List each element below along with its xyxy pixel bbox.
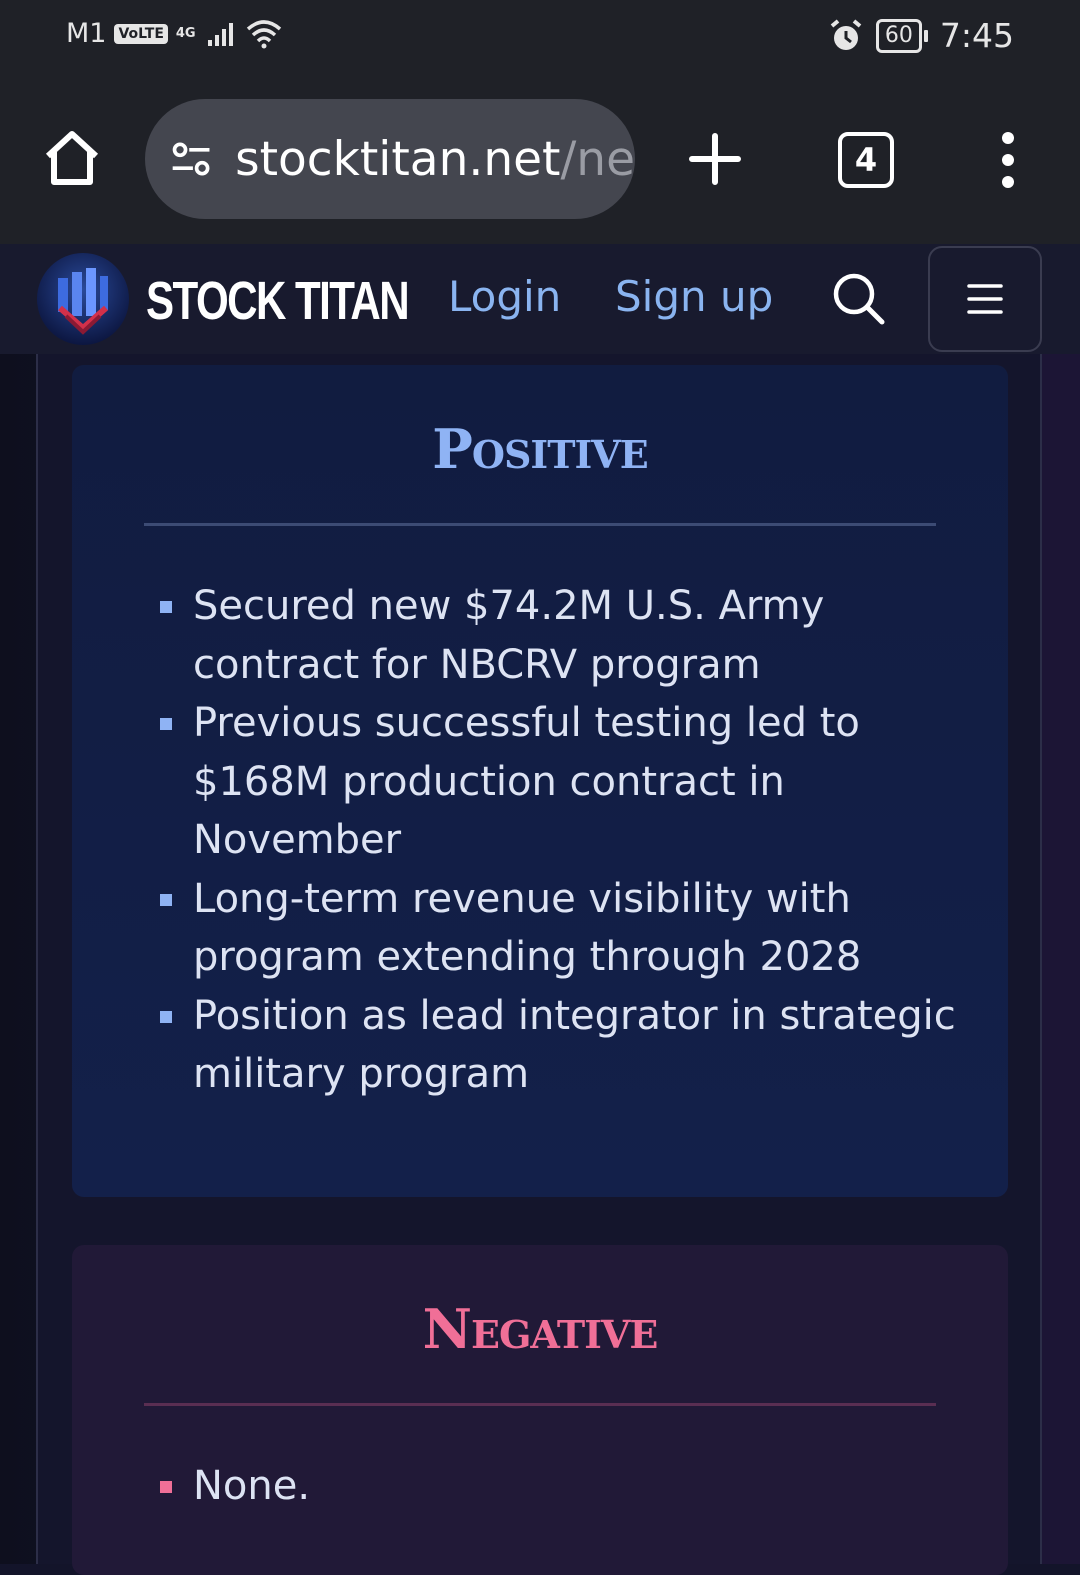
address-bar[interactable]: stocktitan.net/ne	[145, 99, 635, 219]
battery-indicator: 60	[875, 18, 928, 53]
clock: 7:45	[939, 16, 1014, 55]
negative-item-text: None.	[193, 1463, 311, 1509]
positive-item-text: Position as lead integrator in strategic…	[193, 992, 956, 1098]
volte-badge: VoLTE	[114, 23, 168, 44]
positive-divider	[144, 523, 936, 526]
site-header: STOCK TITAN Login Sign up	[0, 244, 1080, 354]
status-right: 60 7:45	[828, 16, 1014, 55]
more-options-icon[interactable]	[995, 132, 1021, 188]
home-icon[interactable]	[40, 126, 104, 190]
positive-list: Secured new $74.2M U.S. Army contract fo…	[158, 577, 958, 1104]
bullet-marker	[160, 1010, 172, 1023]
signal-icon	[207, 22, 233, 46]
hamburger-menu-button[interactable]	[928, 246, 1042, 352]
stock-titan-logo[interactable]	[36, 252, 130, 346]
list-item: Long-term revenue visibility with progra…	[158, 870, 958, 987]
wifi-icon	[246, 19, 281, 48]
tab-switcher-button[interactable]: 4	[838, 132, 894, 188]
login-link[interactable]: Login	[448, 272, 561, 321]
negative-divider	[144, 1403, 936, 1406]
list-item: None.	[158, 1457, 958, 1516]
new-tab-icon[interactable]	[688, 132, 742, 186]
search-icon[interactable]	[830, 270, 886, 326]
carrier-label: M1	[66, 18, 107, 49]
bullet-marker	[160, 893, 172, 906]
tab-count: 4	[854, 141, 878, 179]
site-settings-icon[interactable]	[169, 135, 213, 183]
battery-tip	[923, 29, 928, 42]
status-bar: M1 VoLTE 4G 60 7:45	[0, 0, 1080, 80]
list-item: Position as lead integrator in strategic…	[158, 987, 958, 1104]
positive-card: Positive Secured new $74.2M U.S. Army co…	[72, 365, 1008, 1197]
status-left: M1 VoLTE 4G	[66, 18, 284, 49]
alarm-icon	[830, 18, 862, 50]
browser-toolbar: stocktitan.net/ne 4	[0, 80, 1080, 244]
brand-name[interactable]: STOCK TITAN	[146, 270, 410, 332]
bullet-marker	[160, 1481, 172, 1493]
bullet-marker	[160, 718, 172, 730]
list-item: Secured new $74.2M U.S. Army contract fo…	[158, 577, 958, 694]
list-item: Previous successful testing led to $168M…	[158, 694, 958, 870]
positive-title: Positive	[432, 417, 648, 481]
battery-level: 60	[875, 18, 922, 53]
hamburger-icon	[967, 284, 1003, 314]
negative-list: None.	[158, 1457, 958, 1516]
url-text[interactable]: stocktitan.net/ne	[235, 132, 635, 187]
positive-item-text: Previous successful testing led to $168M…	[193, 700, 860, 863]
network-type: 4G	[175, 26, 196, 41]
positive-item-text: Secured new $74.2M U.S. Army contract fo…	[193, 583, 825, 688]
url-path: /ne	[560, 131, 635, 187]
negative-card: Negative None.	[72, 1245, 1008, 1575]
positive-item-text: Long-term revenue visibility with progra…	[193, 875, 862, 981]
signup-link[interactable]: Sign up	[615, 272, 773, 321]
negative-title: Negative	[422, 1297, 659, 1361]
url-domain: stocktitan.net	[235, 131, 561, 187]
bullet-marker	[160, 601, 172, 613]
